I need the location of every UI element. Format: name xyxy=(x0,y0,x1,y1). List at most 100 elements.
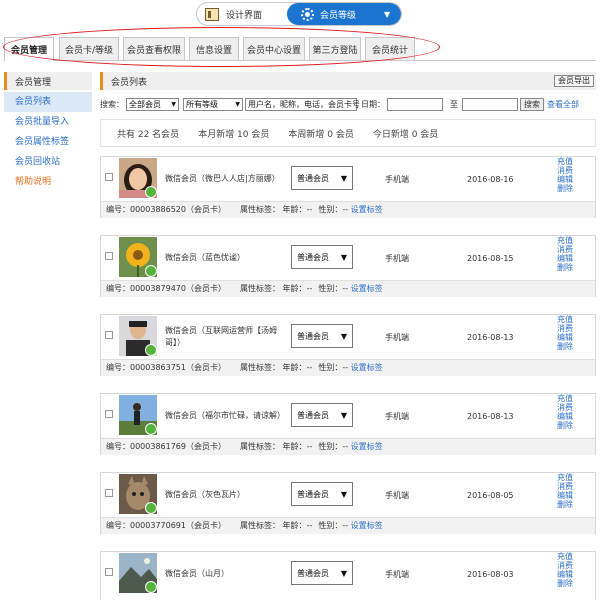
member-card-label: （会员卡） xyxy=(186,363,226,372)
tab-member-statistics[interactable]: 会员统计 xyxy=(365,37,415,60)
tab-member-card-level[interactable]: 会员卡/等级 xyxy=(59,37,119,60)
start-date-input[interactable] xyxy=(387,97,443,111)
consume-link[interactable]: 消费 xyxy=(557,245,577,254)
recharge-link[interactable]: 充值 xyxy=(557,315,577,324)
delete-link[interactable]: 删除 xyxy=(557,421,577,430)
member-level-button[interactable]: 会员等级 ▼ xyxy=(287,3,401,25)
consume-link[interactable]: 消费 xyxy=(557,166,577,175)
tab-third-party-login[interactable]: 第三方登陆 xyxy=(309,37,361,60)
member-actions: 充值 消费 编辑 删除 xyxy=(557,157,577,193)
edit-link[interactable]: 编辑 xyxy=(557,412,577,421)
member-select-checkbox[interactable] xyxy=(105,410,113,418)
set-tag-link[interactable]: 设置标签 xyxy=(351,442,383,451)
consume-link[interactable]: 消费 xyxy=(557,561,577,570)
member-select-checkbox[interactable] xyxy=(105,568,113,576)
consume-link[interactable]: 消费 xyxy=(557,324,577,333)
member-actions: 充值 消费 编辑 删除 xyxy=(557,552,577,588)
edit-link[interactable]: 编辑 xyxy=(557,570,577,579)
member-level-select[interactable]: 普通会员 ▼ xyxy=(291,561,353,585)
delete-link[interactable]: 删除 xyxy=(557,500,577,509)
select-arrow-icon: ▼ xyxy=(340,410,347,420)
set-tag-link[interactable]: 设置标签 xyxy=(351,205,383,214)
tab-view-permission[interactable]: 会员查看权限 xyxy=(123,37,185,60)
export-members-button[interactable]: 会员导出 xyxy=(554,75,594,87)
member-join-date: 2016-08-03 xyxy=(467,569,514,579)
sidebar-item-help[interactable]: 帮助说明 xyxy=(4,172,92,192)
consume-link[interactable]: 消费 xyxy=(557,482,577,491)
search-button[interactable]: 搜索 xyxy=(520,97,544,111)
member-actions: 充值 消费 编辑 删除 xyxy=(557,315,577,351)
sidebar-item-member-list[interactable]: 会员列表 xyxy=(4,92,92,112)
design-doc-icon xyxy=(205,7,219,21)
view-all-link[interactable]: 查看全部 xyxy=(547,99,579,110)
tab-info-settings[interactable]: 信息设置 xyxy=(189,37,239,60)
tab-member-management[interactable]: 会员管理 xyxy=(4,37,54,61)
member-select-checkbox[interactable] xyxy=(105,173,113,181)
member-level-select[interactable]: 普通会员 ▼ xyxy=(291,245,353,269)
member-nickname: 微信会员（蓝色忧谧） xyxy=(165,253,245,262)
recharge-link[interactable]: 充值 xyxy=(557,552,577,561)
member-level-select[interactable]: 普通会员 ▼ xyxy=(291,324,353,348)
member-device: 手机端 xyxy=(385,490,409,500)
delete-link[interactable]: 删除 xyxy=(557,579,577,588)
sidebar-item-attribute-tags[interactable]: 会员属性标签 xyxy=(4,132,92,152)
select-arrow-icon: ▼ xyxy=(340,489,347,499)
tab-member-center-settings[interactable]: 会员中心设置 xyxy=(243,37,305,60)
sidebar-item-batch-import[interactable]: 会员批量导入 xyxy=(4,112,92,132)
consume-link[interactable]: 消费 xyxy=(557,403,577,412)
select-arrow-icon: ▼ xyxy=(340,252,347,262)
edit-link[interactable]: 编辑 xyxy=(557,491,577,500)
stat-month: 本月新增 10 会员 xyxy=(198,129,270,140)
select-arrow-icon: ▼ xyxy=(340,568,347,578)
edit-link[interactable]: 编辑 xyxy=(557,254,577,263)
age-label: 年龄：-- xyxy=(282,442,313,451)
design-view-button[interactable]: 设计界面 xyxy=(197,3,287,25)
member-number: 00003770691 xyxy=(130,521,186,530)
set-tag-link[interactable]: 设置标签 xyxy=(351,284,383,293)
member-number: 00003863751 xyxy=(130,363,186,372)
edit-link[interactable]: 编辑 xyxy=(557,333,577,342)
recharge-link[interactable]: 充值 xyxy=(557,473,577,482)
member-nickname: 微信会员（微巴人人店|方丽娜） xyxy=(165,174,280,183)
keyword-input[interactable]: 用户名，昵称，电话，会员卡号 xyxy=(245,97,360,111)
member-level-select[interactable]: 普通会员 ▼ xyxy=(291,403,353,427)
member-card: 微信会员（福尔市忙碌，请谅解） 普通会员 ▼ 手机端 2016-08-13 充值 消费 编辑删… xyxy=(100,393,596,455)
delete-link[interactable]: 删除 xyxy=(557,263,577,272)
edit-link[interactable]: 编辑 xyxy=(557,175,577,184)
delete-link[interactable]: 删除 xyxy=(557,184,577,193)
member-level-value: 普通会员 xyxy=(297,489,329,499)
wechat-icon xyxy=(145,344,157,356)
level-select[interactable]: 所有等级 ▼ xyxy=(183,97,243,111)
member-select-checkbox[interactable] xyxy=(105,331,113,339)
member-select-checkbox[interactable] xyxy=(105,252,113,260)
member-row: 微信会员（福尔市忙碌，请谅解） 普通会员 ▼ 手机端 2016-08-13 充值 消费 编辑删… xyxy=(101,394,595,438)
member-number-label: 编号： xyxy=(106,363,130,372)
recharge-link[interactable]: 充值 xyxy=(557,236,577,245)
end-date-input[interactable] xyxy=(462,97,518,111)
member-number: 00003879470 xyxy=(130,284,186,293)
member-level-value: 普通会员 xyxy=(297,173,329,183)
select-arrow-icon: ▼ xyxy=(235,100,240,108)
member-avatar xyxy=(119,316,157,356)
set-tag-link[interactable]: 设置标签 xyxy=(351,363,383,372)
member-level-value: 普通会员 xyxy=(297,331,329,341)
member-join-date: 2016-08-13 xyxy=(467,332,514,342)
member-number-label: 编号： xyxy=(106,521,130,530)
attribute-tag-label: 属性标签： xyxy=(240,521,280,530)
set-tag-link[interactable]: 设置标签 xyxy=(351,521,383,530)
date-to-label: 至 xyxy=(450,99,458,109)
delete-link[interactable]: 删除 xyxy=(557,342,577,351)
recharge-link[interactable]: 充值 xyxy=(557,394,577,403)
member-join-date: 2016-08-16 xyxy=(467,174,514,184)
wechat-icon xyxy=(145,581,157,593)
sidebar-item-recycle-bin[interactable]: 会员回收站 xyxy=(4,152,92,172)
member-level-select[interactable]: 普通会员 ▼ xyxy=(291,482,353,506)
member-level-select[interactable]: 普通会员 ▼ xyxy=(291,166,353,190)
member-info-bar: 编号：00003879470（会员卡） 属性标签： 年龄：-- 性别：-- 设置标签 xyxy=(101,280,595,297)
recharge-link[interactable]: 充值 xyxy=(557,157,577,166)
gear-icon xyxy=(301,7,314,21)
member-type-select[interactable]: 全部会员 ▼ xyxy=(126,97,179,111)
attribute-tag-label: 属性标签： xyxy=(240,442,280,451)
member-number: 00003861769 xyxy=(130,442,186,451)
member-select-checkbox[interactable] xyxy=(105,489,113,497)
